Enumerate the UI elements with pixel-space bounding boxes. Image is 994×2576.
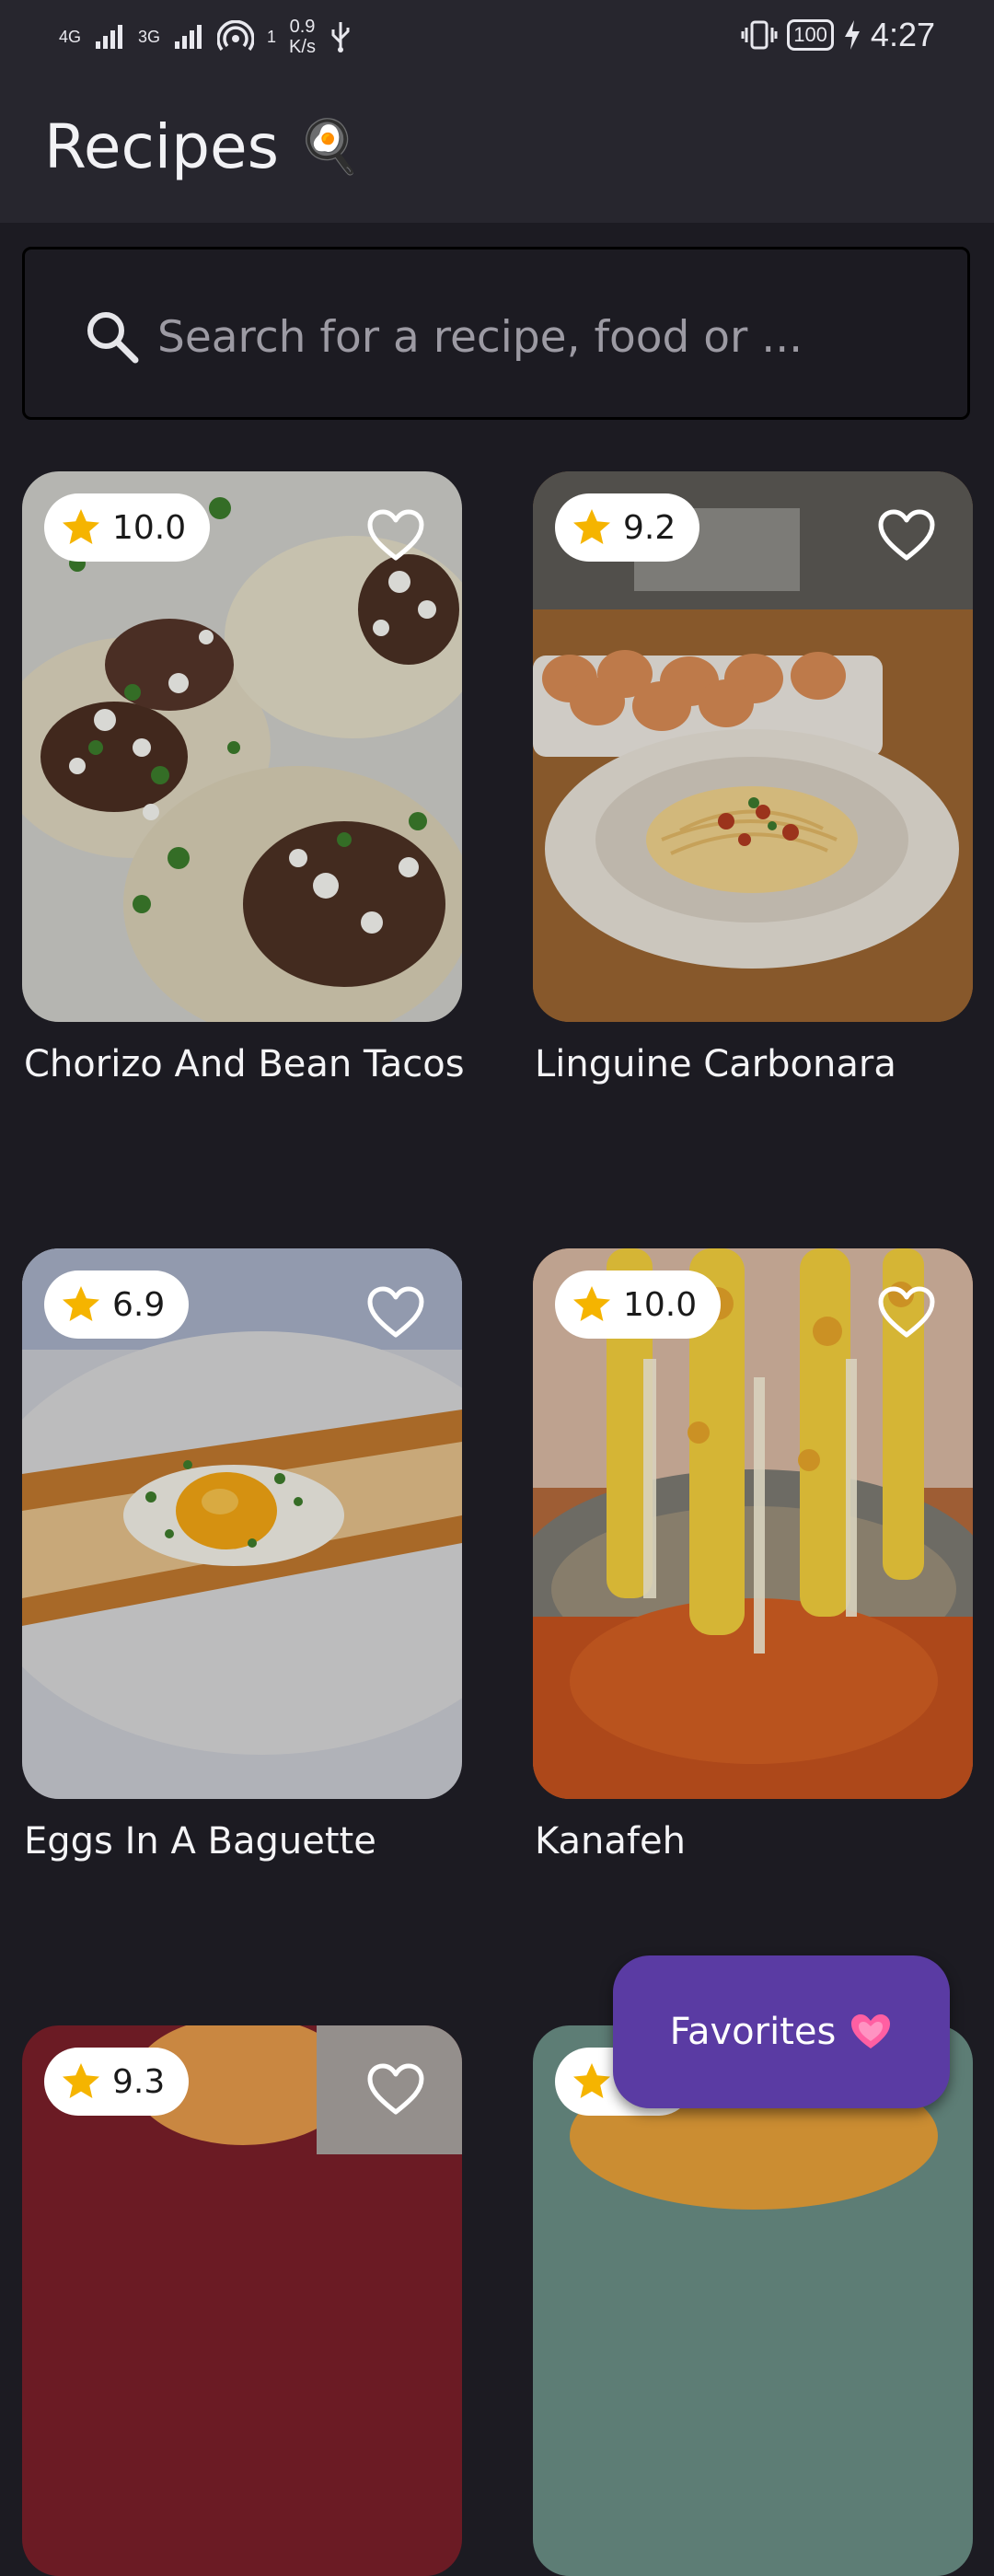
recipe-title[interactable]: Kanafeh bbox=[535, 1816, 686, 1867]
rating-value: 10.0 bbox=[623, 1285, 698, 1324]
star-icon bbox=[573, 1286, 610, 1321]
rating-badge: 10.0 bbox=[555, 1271, 722, 1339]
rating-badge: 9.2 bbox=[555, 493, 700, 562]
star-icon bbox=[573, 509, 610, 544]
rating-value: 6.9 bbox=[112, 1285, 166, 1324]
star-icon bbox=[63, 2063, 99, 2098]
star-icon bbox=[63, 1286, 99, 1321]
beating-heart-icon bbox=[851, 2014, 891, 2048]
rating-badge: 9.3 bbox=[44, 2048, 190, 2116]
recipe-title[interactable]: Linguine Carbonara bbox=[535, 1039, 896, 1090]
rating-value: 9.3 bbox=[112, 2062, 166, 2101]
rating-value: 9.2 bbox=[623, 508, 676, 547]
heart-outline-icon[interactable] bbox=[366, 1285, 425, 1340]
star-icon bbox=[573, 2063, 610, 2098]
heart-outline-icon[interactable] bbox=[877, 508, 936, 563]
star-icon bbox=[63, 509, 99, 544]
favorites-button-label: Favorites bbox=[669, 2011, 837, 2053]
heart-outline-icon[interactable] bbox=[366, 2062, 425, 2118]
recipe-grid: 10.0 Chorizo And Bean Tacos 9.2 Linguine… bbox=[0, 0, 994, 2576]
favorites-button[interactable]: Favorites bbox=[613, 1955, 950, 2108]
heart-outline-icon[interactable] bbox=[877, 1285, 936, 1340]
rating-value: 10.0 bbox=[112, 508, 187, 547]
recipe-title[interactable]: Eggs In A Baguette bbox=[24, 1816, 376, 1867]
recipe-title[interactable]: Chorizo And Bean Tacos bbox=[24, 1039, 465, 1090]
rating-badge: 6.9 bbox=[44, 1271, 190, 1339]
rating-badge: 10.0 bbox=[44, 493, 211, 562]
heart-outline-icon[interactable] bbox=[366, 508, 425, 563]
